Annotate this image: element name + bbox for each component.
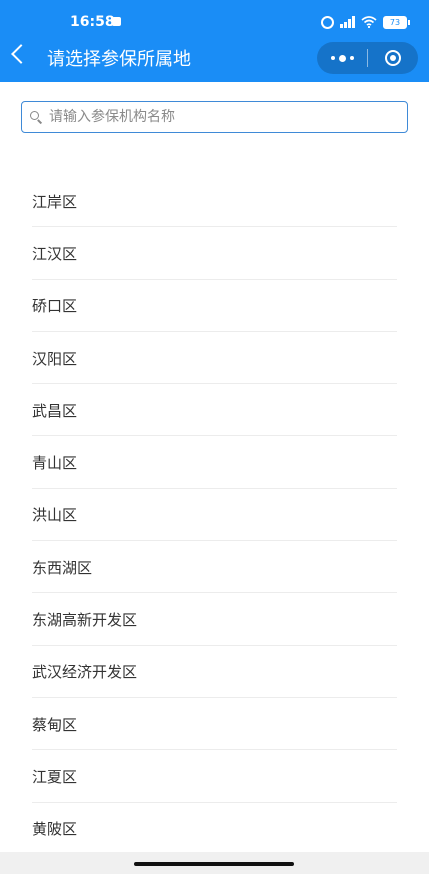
top-bar: 16:58 73 请选择参保所属地 bbox=[0, 0, 429, 82]
district-item[interactable]: 青山区 bbox=[0, 436, 429, 490]
home-indicator[interactable] bbox=[134, 862, 294, 866]
district-item[interactable]: 武汉经济开发区 bbox=[0, 646, 429, 699]
district-item[interactable]: 江夏区 bbox=[0, 750, 429, 803]
back-icon[interactable] bbox=[11, 44, 31, 64]
status-icons: 73 bbox=[321, 12, 410, 32]
search-input[interactable] bbox=[47, 108, 407, 126]
district-item[interactable]: 东湖高新开发区 bbox=[0, 593, 429, 646]
bottom-bar bbox=[0, 852, 429, 874]
alarm-icon bbox=[321, 15, 334, 29]
district-item[interactable]: 硚口区 bbox=[0, 280, 429, 333]
wifi-icon bbox=[361, 16, 377, 28]
district-item[interactable]: 汉阳区 bbox=[0, 332, 429, 385]
district-item[interactable]: 武昌区 bbox=[0, 384, 429, 437]
status-time: 16:58 bbox=[70, 14, 115, 30]
signal-icon bbox=[340, 16, 355, 28]
page-title: 请选择参保所属地 bbox=[47, 49, 191, 70]
miniapp-capsule bbox=[317, 42, 418, 74]
more-icon[interactable] bbox=[317, 42, 367, 74]
battery-icon: 73 bbox=[383, 15, 410, 29]
district-item[interactable]: 黄陂区 bbox=[0, 803, 429, 856]
district-item[interactable]: 洪山区 bbox=[0, 489, 429, 542]
search-box bbox=[21, 101, 408, 133]
district-item[interactable]: 江岸区 bbox=[0, 175, 429, 228]
notification-icon bbox=[112, 17, 121, 26]
district-item[interactable]: 东西湖区 bbox=[0, 541, 429, 594]
close-miniapp-icon[interactable] bbox=[368, 42, 418, 74]
district-item[interactable]: 江汉区 bbox=[0, 227, 429, 280]
district-item[interactable]: 蔡甸区 bbox=[0, 698, 429, 751]
district-list: 江岸区 江汉区 硚口区 汉阳区 武昌区 青山区 洪山区 东西湖区 东湖高新开发区… bbox=[0, 175, 429, 856]
search-icon bbox=[30, 111, 42, 123]
